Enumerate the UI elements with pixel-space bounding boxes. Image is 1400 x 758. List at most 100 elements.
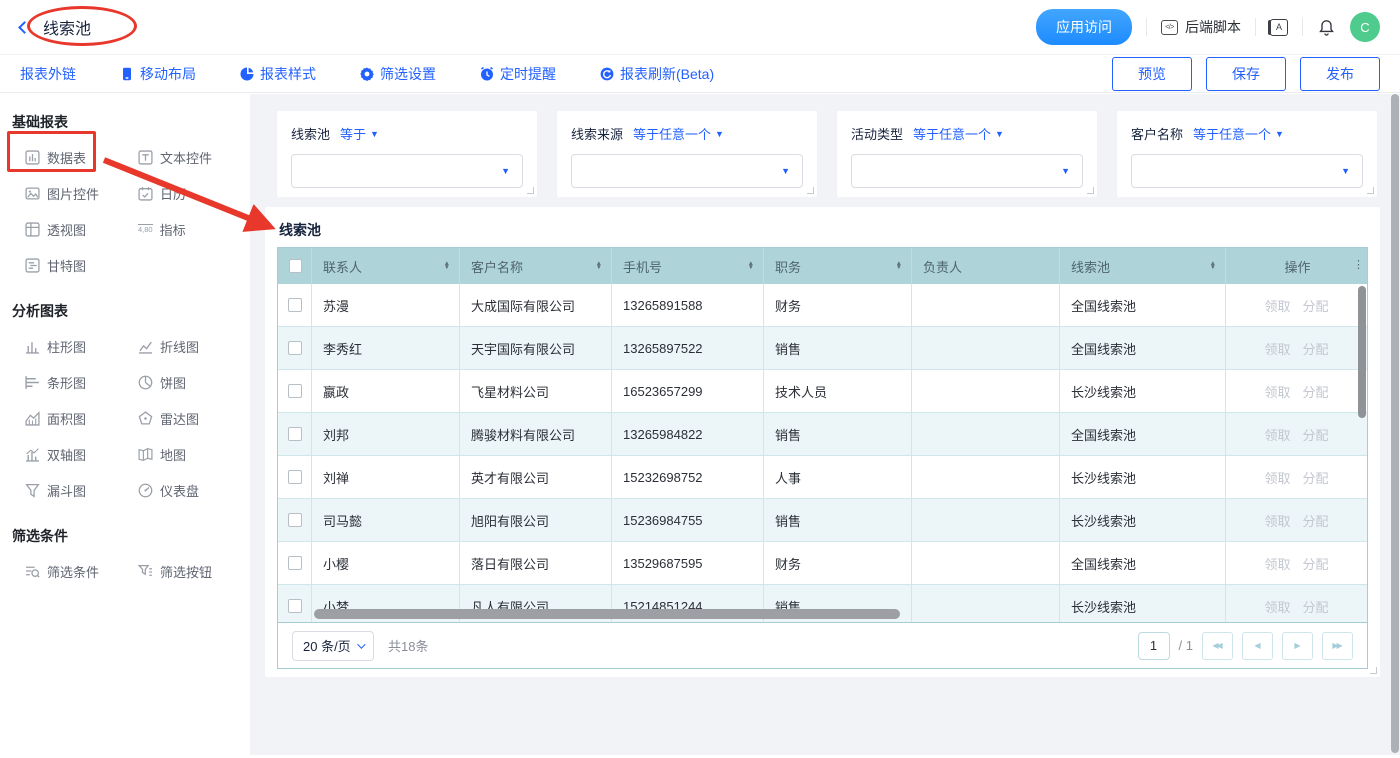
sidebar-item-bar-chart[interactable]: 条形图 bbox=[25, 373, 138, 392]
table-row[interactable]: 小樱 落日有限公司 13529687595 财务 全国线索池 领取分配 bbox=[278, 542, 1367, 585]
window-scrollbar-thumb[interactable] bbox=[1391, 94, 1399, 753]
sidebar-item-data-table[interactable]: 数据表 bbox=[25, 148, 138, 167]
filter-select-input[interactable]: ▼ bbox=[1131, 154, 1363, 188]
assign-action[interactable]: 分配 bbox=[1303, 425, 1329, 444]
assign-action[interactable]: 分配 bbox=[1303, 597, 1329, 616]
preview-button[interactable]: 预览 bbox=[1112, 57, 1192, 91]
filter-operator-dropdown[interactable]: 等于任意一个 ▼ bbox=[1193, 124, 1284, 143]
table-row[interactable]: 司马懿 旭阳有限公司 15236984755 销售 长沙线索池 领取分配 bbox=[278, 499, 1367, 542]
filter-select-input[interactable]: ▼ bbox=[851, 154, 1083, 188]
page-number-input[interactable] bbox=[1138, 632, 1170, 660]
claim-action[interactable]: 领取 bbox=[1264, 296, 1290, 315]
row-checkbox[interactable] bbox=[288, 384, 302, 398]
resize-handle[interactable] bbox=[1367, 187, 1374, 194]
resize-handle[interactable] bbox=[527, 187, 534, 194]
assign-action[interactable]: 分配 bbox=[1303, 382, 1329, 401]
assign-action[interactable]: 分配 bbox=[1303, 554, 1329, 573]
row-checkbox[interactable] bbox=[288, 556, 302, 570]
sidebar-item-line-chart[interactable]: 折线图 bbox=[138, 337, 250, 356]
filter-card-activity-type[interactable]: 活动类型 等于任意一个 ▼ ▼ bbox=[837, 111, 1097, 197]
sort-icon[interactable]: ▲▼ bbox=[596, 262, 602, 270]
row-checkbox[interactable] bbox=[288, 513, 302, 527]
sidebar-item-column-chart[interactable]: 柱形图 bbox=[25, 337, 138, 356]
claim-action[interactable]: 领取 bbox=[1264, 468, 1290, 487]
filter-select-input[interactable]: ▼ bbox=[291, 154, 523, 188]
assign-action[interactable]: 分配 bbox=[1303, 296, 1329, 315]
sort-icon[interactable]: ▲▼ bbox=[748, 262, 754, 270]
save-button[interactable]: 保存 bbox=[1206, 57, 1286, 91]
data-table-panel[interactable]: 线索池 联系人 ▲▼ 客户名称 ▲▼ 手机号 ▲▼ 职务 ▲▼ 负责人 线索池 … bbox=[265, 207, 1380, 677]
back-chevron-icon[interactable] bbox=[18, 21, 31, 34]
column-settings-icon[interactable]: ⋮ bbox=[1353, 258, 1364, 271]
toolbar-item-mobile-layout[interactable]: 移动布局 bbox=[120, 64, 196, 84]
sidebar-item-gantt[interactable]: 甘特图 bbox=[25, 256, 138, 275]
row-checkbox[interactable] bbox=[288, 599, 302, 613]
claim-action[interactable]: 领取 bbox=[1264, 382, 1290, 401]
filter-card-lead-pool[interactable]: 线索池 等于 ▼ ▼ bbox=[277, 111, 537, 197]
contact-book-icon[interactable]: A bbox=[1270, 19, 1288, 36]
resize-handle[interactable] bbox=[807, 187, 814, 194]
avatar[interactable]: C bbox=[1350, 12, 1380, 42]
assign-action[interactable]: 分配 bbox=[1303, 468, 1329, 487]
claim-action[interactable]: 领取 bbox=[1264, 511, 1290, 530]
sidebar-item-image-widget[interactable]: 图片控件 bbox=[25, 184, 138, 203]
filter-operator-dropdown[interactable]: 等于 ▼ bbox=[340, 124, 379, 143]
table-vertical-scrollbar[interactable] bbox=[1358, 286, 1366, 418]
select-all-checkbox[interactable] bbox=[289, 259, 302, 273]
sidebar-item-text-widget[interactable]: 文本控件 bbox=[138, 148, 250, 167]
sidebar-item-radar-chart[interactable]: 雷达图 bbox=[138, 409, 250, 428]
sidebar-item-map-chart[interactable]: 地图 bbox=[138, 445, 250, 464]
column-header-pool[interactable]: 线索池 bbox=[1071, 257, 1110, 276]
sidebar-item-calendar[interactable]: 日历 bbox=[138, 184, 250, 203]
sidebar-item-funnel-chart[interactable]: 漏斗图 bbox=[25, 481, 138, 500]
sidebar-item-metric[interactable]: 4,80 指标 bbox=[138, 220, 250, 239]
table-horizontal-scrollbar[interactable] bbox=[314, 609, 900, 619]
toolbar-item-timed-reminder[interactable]: 定时提醒 bbox=[480, 64, 556, 84]
assign-action[interactable]: 分配 bbox=[1303, 511, 1329, 530]
filter-card-lead-source[interactable]: 线索来源 等于任意一个 ▼ ▼ bbox=[557, 111, 817, 197]
sort-icon[interactable]: ▲▼ bbox=[896, 262, 902, 270]
publish-button[interactable]: 发布 bbox=[1300, 57, 1380, 91]
prev-page-button[interactable]: ◀ bbox=[1242, 632, 1273, 660]
notification-bell-icon[interactable] bbox=[1317, 18, 1336, 37]
first-page-button[interactable]: ◀◀ bbox=[1202, 632, 1233, 660]
table-row[interactable]: 刘邦 腾骏材料有限公司 13265984822 销售 全国线索池 领取分配 bbox=[278, 413, 1367, 456]
backend-script-button[interactable]: </> 后端脚本 bbox=[1161, 17, 1241, 37]
column-header-contact[interactable]: 联系人 bbox=[323, 257, 362, 276]
filter-operator-dropdown[interactable]: 等于任意一个 ▼ bbox=[913, 124, 1004, 143]
column-header-company[interactable]: 客户名称 bbox=[471, 257, 523, 276]
last-page-button[interactable]: ▶▶ bbox=[1322, 632, 1353, 660]
row-checkbox[interactable] bbox=[288, 298, 302, 312]
toolbar-item-report-style[interactable]: 报表样式 bbox=[240, 64, 316, 84]
filter-card-customer-name[interactable]: 客户名称 等于任意一个 ▼ ▼ bbox=[1117, 111, 1377, 197]
sort-icon[interactable]: ▲▼ bbox=[444, 262, 450, 270]
sidebar-item-filter-condition[interactable]: 筛选条件 bbox=[25, 562, 138, 581]
row-checkbox[interactable] bbox=[288, 341, 302, 355]
table-row[interactable]: 刘禅 英才有限公司 15232698752 人事 长沙线索池 领取分配 bbox=[278, 456, 1367, 499]
toolbar-item-filter-settings[interactable]: 筛选设置 bbox=[360, 64, 436, 84]
table-row[interactable]: 嬴政 飞星材料公司 16523657299 技术人员 长沙线索池 领取分配 bbox=[278, 370, 1367, 413]
toolbar-item-report-refresh[interactable]: 报表刷新(Beta) bbox=[600, 64, 714, 84]
sidebar-item-pivot-table[interactable]: 透视图 bbox=[25, 220, 138, 239]
next-page-button[interactable]: ▶ bbox=[1282, 632, 1313, 660]
sidebar-item-filter-button[interactable]: 筛选按钮 bbox=[138, 562, 250, 581]
sidebar-item-area-chart[interactable]: 面积图 bbox=[25, 409, 138, 428]
claim-action[interactable]: 领取 bbox=[1264, 554, 1290, 573]
toolbar-item-external-link[interactable]: 报表外链 bbox=[20, 64, 76, 84]
claim-action[interactable]: 领取 bbox=[1264, 339, 1290, 358]
table-row[interactable]: 苏漫 大成国际有限公司 13265891588 财务 全国线索池 领取分配 bbox=[278, 284, 1367, 327]
filter-operator-dropdown[interactable]: 等于任意一个 ▼ bbox=[633, 124, 724, 143]
page-size-select[interactable]: 20 条/页 bbox=[292, 631, 374, 661]
sort-icon[interactable]: ▲▼ bbox=[1210, 262, 1216, 270]
sidebar-item-pie-chart[interactable]: 饼图 bbox=[138, 373, 250, 392]
row-checkbox[interactable] bbox=[288, 470, 302, 484]
column-header-phone[interactable]: 手机号 bbox=[623, 257, 662, 276]
sidebar-item-gauge-chart[interactable]: 仪表盘 bbox=[138, 481, 250, 500]
resize-handle[interactable] bbox=[1370, 667, 1377, 674]
resize-handle[interactable] bbox=[1087, 187, 1094, 194]
assign-action[interactable]: 分配 bbox=[1303, 339, 1329, 358]
app-access-button[interactable]: 应用访问 bbox=[1036, 9, 1132, 45]
table-row[interactable]: 李秀红 天宇国际有限公司 13265897522 销售 全国线索池 领取分配 bbox=[278, 327, 1367, 370]
claim-action[interactable]: 领取 bbox=[1264, 425, 1290, 444]
sidebar-item-dual-axis-chart[interactable]: 双轴图 bbox=[25, 445, 138, 464]
